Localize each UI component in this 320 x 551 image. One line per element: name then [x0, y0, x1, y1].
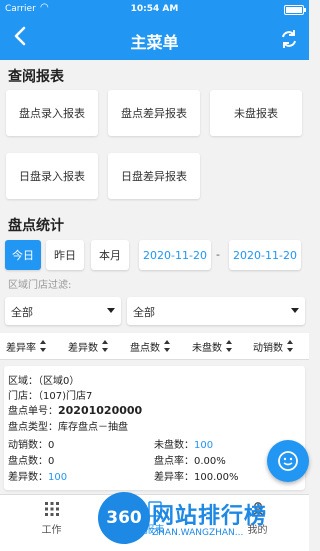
- nav-bar: 主菜单: [0, 20, 309, 60]
- refresh-button[interactable]: [279, 28, 299, 50]
- sort-icon: [226, 340, 233, 352]
- sort-icon: [40, 340, 47, 352]
- sort-label: 盘点数: [130, 342, 160, 354]
- watermark-url: ZHAN.WANGZHAN...: [152, 528, 244, 538]
- reports-section-title: 查阅报表: [8, 69, 64, 85]
- battery-icon: [284, 5, 306, 15]
- unchecked-line: 未盘数：100: [154, 436, 213, 451]
- stats-section-title: 盘点统计: [8, 218, 64, 234]
- unchecked-label: 未盘数：: [154, 440, 194, 451]
- sort-icon: [102, 340, 109, 352]
- type-line: 盘点类型：库存盘点－抽盘: [8, 422, 128, 433]
- area-select[interactable]: 全部: [5, 297, 121, 325]
- refresh-icon: [282, 30, 296, 48]
- filter-label: 区域门店过滤:: [8, 280, 72, 291]
- tab-work-label: 工作: [41, 525, 62, 536]
- date-to-picker[interactable]: 2020-11-20: [229, 240, 301, 270]
- status-bar: Carrier ◠ 10:54 AM: [0, 0, 309, 20]
- segment-month[interactable]: 本月: [91, 240, 129, 270]
- entry-report-button[interactable]: 盘点录入报表: [6, 90, 98, 136]
- checked-label: 盘点数：: [8, 456, 48, 467]
- checked-value: 0: [48, 456, 55, 467]
- area-select-value: 全部: [11, 306, 33, 319]
- rate-label: 盘点率：: [154, 456, 194, 467]
- sort-label: 差异数: [68, 342, 98, 354]
- chevron-down-icon: [291, 308, 299, 313]
- sort-moving-count[interactable]: 动销数: [253, 333, 294, 359]
- tab-work[interactable]: 工作: [0, 495, 103, 551]
- sort-diff-rate[interactable]: 差异率: [6, 333, 47, 359]
- watermark-logo: 360 网站排行榜 ZHAN.WANGZHAN...: [98, 492, 309, 548]
- checked-line: 盘点数：0: [8, 452, 54, 467]
- daily-entry-report-button[interactable]: 日盘录入报表: [6, 153, 98, 199]
- store-select-value: 全部: [133, 306, 155, 319]
- sort-checked-count[interactable]: 盘点数: [130, 333, 171, 359]
- diffrate-value: 100.00%: [194, 472, 239, 483]
- moving-label: 动销数：: [8, 440, 48, 451]
- sort-bar: 差异率 差异数 盘点数 未盘数 动销数: [0, 333, 309, 360]
- sort-label: 未盘数: [192, 342, 222, 354]
- smile-icon: [278, 451, 298, 471]
- sort-icon: [164, 340, 171, 352]
- segment-yesterday[interactable]: 昨日: [46, 240, 84, 270]
- diff-value: 100: [48, 472, 68, 483]
- chat-fab-button[interactable]: [267, 440, 309, 482]
- chevron-down-icon: [107, 308, 115, 313]
- diffrate-line: 差异率：100.00%: [154, 468, 239, 483]
- result-card[interactable]: 区域：（区域0） 门店：（107)门店7 盘点单号：20201020000 盘点…: [4, 366, 305, 490]
- grid-icon: [44, 502, 59, 516]
- sort-label: 动销数: [253, 342, 283, 354]
- segment-today[interactable]: 今日: [5, 240, 41, 270]
- area-line: 区域：（区域0）: [8, 376, 80, 387]
- sort-diff-count[interactable]: 差异数: [68, 333, 109, 359]
- sort-icon: [287, 340, 294, 352]
- date-from-picker[interactable]: 2020-11-20: [139, 240, 211, 270]
- page-title: 主菜单: [130, 33, 179, 52]
- diff-report-button[interactable]: 盘点差异报表: [108, 90, 200, 136]
- moving-line: 动销数：0: [8, 436, 54, 451]
- order-label: 盘点单号：: [8, 406, 58, 417]
- diff-line: 差异数：100: [8, 468, 67, 483]
- clock: 10:54 AM: [130, 4, 179, 14]
- moving-value: 0: [48, 440, 55, 451]
- order-number: 20201020000: [58, 404, 143, 417]
- sort-label: 差异率: [6, 342, 36, 354]
- store-select[interactable]: 全部: [127, 297, 305, 325]
- rate-value: 0.00%: [194, 456, 226, 467]
- diff-label: 差异数：: [8, 472, 48, 483]
- unchecked-report-button[interactable]: 未盘报表: [210, 90, 302, 136]
- diffrate-label: 差异率：: [154, 472, 194, 483]
- watermark-badge: 360: [98, 492, 150, 544]
- rate-line: 盘点率：0.00%: [154, 452, 226, 467]
- date-separator: -: [216, 248, 220, 261]
- unchecked-value: 100: [194, 440, 214, 451]
- sort-unchecked-count[interactable]: 未盘数: [192, 333, 233, 359]
- watermark-text: 网站排行榜: [152, 504, 268, 529]
- daily-diff-report-button[interactable]: 日盘差异报表: [108, 153, 200, 199]
- store-line: 门店：（107)门店7: [8, 391, 93, 402]
- order-line: 盘点单号：20201020000: [8, 402, 142, 417]
